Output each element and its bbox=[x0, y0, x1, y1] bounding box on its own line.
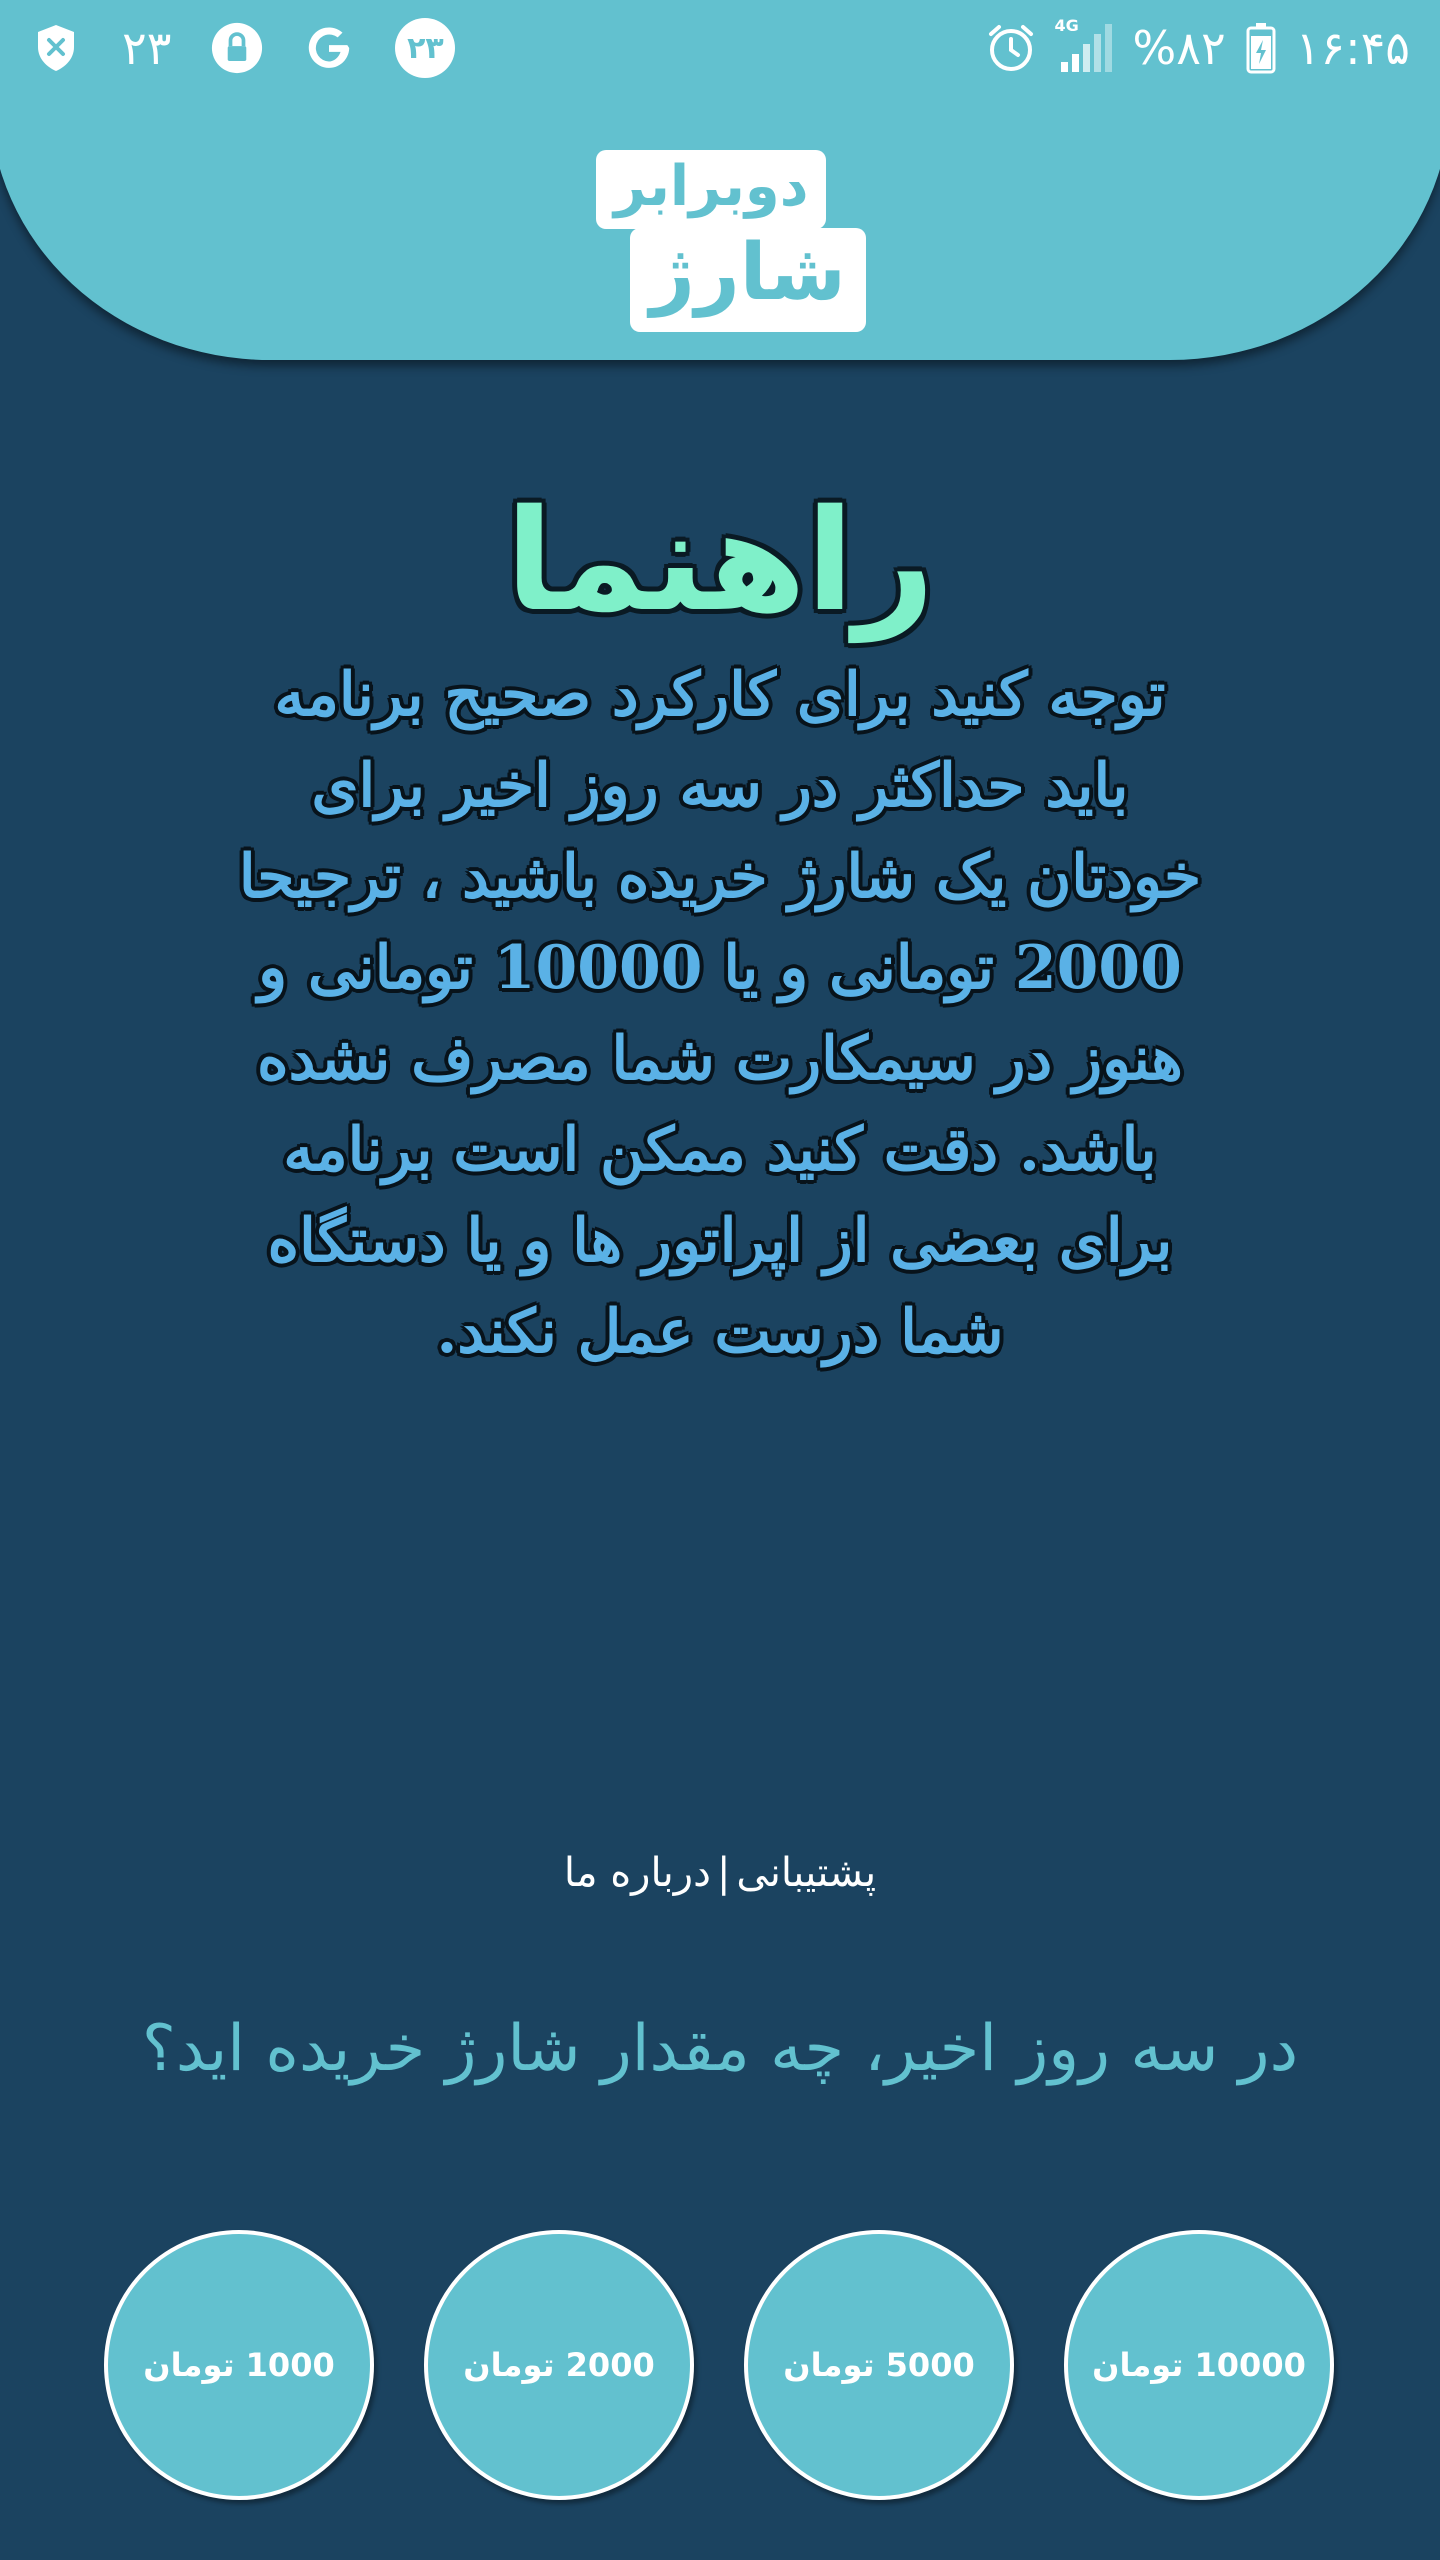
signal-icon: 4G bbox=[1055, 16, 1115, 74]
guide-body-text: توجه کنید برای کارکرد صحیح برنامه باید ح… bbox=[238, 660, 1202, 1367]
guide-title: راهنما bbox=[505, 480, 935, 643]
status-bar: ۲۳ ۲۳ 4G %۸۲ ۱۶:۴۵ bbox=[0, 0, 1440, 96]
counter-badge-icon: ۲۳ bbox=[395, 18, 456, 78]
app-logo: دوبرابر شارژ bbox=[590, 140, 866, 340]
about-us-link[interactable]: درباره ما bbox=[564, 1850, 711, 1896]
network-type: 4G bbox=[1054, 16, 1079, 35]
amount-5000-button[interactable]: 5000 تومان bbox=[744, 2230, 1014, 2500]
support-link[interactable]: پشتیبانی bbox=[736, 1850, 876, 1896]
clock-time: ۱۶:۴۵ bbox=[1295, 21, 1410, 75]
link-separator: | bbox=[716, 1850, 731, 1896]
alarm-icon bbox=[985, 22, 1037, 74]
footer-links: پشتیبانی|درباره ما bbox=[0, 1850, 1440, 1896]
battery-percentage: %۸۲ bbox=[1132, 21, 1226, 75]
purchase-question: در سه روز اخیر، چه مقدار شارژ خریده اید؟ bbox=[141, 2012, 1299, 2086]
status-bar-left: ۲۳ ۲۳ bbox=[30, 16, 456, 80]
lock-icon bbox=[211, 22, 263, 74]
google-icon bbox=[303, 22, 355, 74]
amount-1000-button[interactable]: 1000 تومان bbox=[104, 2230, 374, 2500]
status-bar-right: 4G %۸۲ ۱۶:۴۵ bbox=[985, 16, 1410, 80]
notification-count: ۲۳ bbox=[122, 21, 172, 75]
logo-line-1: دوبرابر bbox=[596, 150, 827, 229]
amount-10000-button[interactable]: 10000 تومان bbox=[1064, 2230, 1334, 2500]
logo-line-2: شارژ bbox=[630, 228, 866, 332]
battery-icon bbox=[1244, 22, 1278, 74]
app-screen: ۲۳ ۲۳ 4G %۸۲ ۱۶:۴۵ دوبرابر شارژ راهنما ت… bbox=[0, 0, 1440, 2560]
amount-label: 1000 تومان bbox=[143, 2346, 335, 2384]
amount-label: 2000 تومان bbox=[463, 2346, 655, 2384]
amount-label: 10000 تومان bbox=[1092, 2346, 1306, 2384]
shield-x-icon bbox=[30, 22, 82, 74]
amount-2000-button[interactable]: 2000 تومان bbox=[424, 2230, 694, 2500]
amount-label: 5000 تومان bbox=[783, 2346, 975, 2384]
amount-buttons: 1000 تومان 2000 تومان 5000 تومان 10000 ت… bbox=[104, 2230, 1336, 2500]
